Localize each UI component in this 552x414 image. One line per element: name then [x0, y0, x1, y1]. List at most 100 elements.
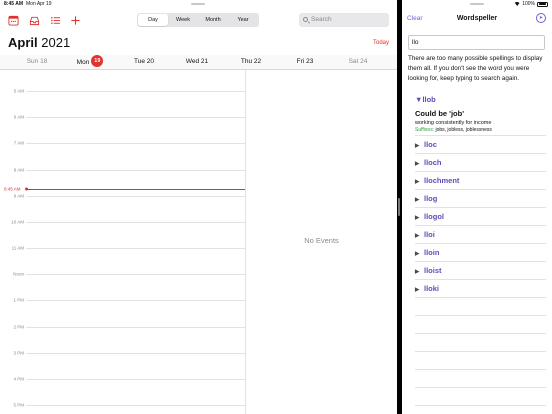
status-bar: 8:45 AM Mon Apr 19 100%: [0, 0, 552, 9]
result-word: lloki: [424, 284, 440, 293]
speller-header: Wordspeller Clear ➤: [402, 12, 552, 28]
battery-percent: 100%: [522, 1, 535, 7]
day-number: 18: [40, 58, 48, 65]
calendar-toolbar: Day Week Month Year Search: [0, 12, 397, 30]
view-week[interactable]: Week: [168, 14, 198, 26]
hour-line: [26, 170, 245, 171]
battery-icon: [537, 1, 548, 7]
split-view-handle[interactable]: [398, 198, 400, 216]
calendars-icon[interactable]: [8, 15, 19, 26]
day-number: 24: [360, 58, 368, 65]
hour-line: [26, 274, 245, 275]
week-day-strip: Sun 18 Mon 19 Tue 20 Wed 21 Thu 22 Fri 23…: [0, 55, 397, 70]
empty-row: [415, 388, 546, 406]
result-word: lloin: [424, 248, 440, 257]
result-word: llochment: [424, 176, 460, 185]
status-time: 8:45 AM: [4, 1, 23, 7]
current-time-line: [27, 189, 245, 190]
result-item[interactable]: ▶ llogol: [415, 208, 546, 226]
too-many-message: There are too many possible spellings to…: [408, 55, 543, 82]
day-number: 20: [146, 58, 154, 65]
today-button[interactable]: Today: [373, 40, 389, 46]
day-name: Thu: [240, 58, 253, 65]
result-item[interactable]: ▶ lloin: [415, 244, 546, 262]
hour-label: 8 AM: [13, 167, 24, 173]
result-word: lloi: [424, 230, 435, 239]
result-word: lloist: [424, 266, 442, 275]
status-date: Mon Apr 19: [26, 1, 52, 7]
clear-button[interactable]: Clear: [407, 15, 423, 22]
search-icon: [303, 17, 308, 22]
inbox-icon[interactable]: [29, 15, 40, 26]
empty-row: [415, 298, 546, 316]
hour-label: 5 PM: [13, 402, 24, 408]
hour-line: [26, 327, 245, 328]
month-name: April: [8, 35, 38, 50]
view-month[interactable]: Month: [198, 14, 228, 26]
hour-label: 3 PM: [13, 350, 24, 356]
result-item[interactable]: ▶ llochment: [415, 172, 546, 190]
result-word: llob: [422, 95, 436, 104]
empty-row: [415, 352, 546, 370]
day-wed[interactable]: Wed 21: [169, 58, 225, 65]
wifi-icon: [514, 2, 521, 6]
current-time-label: 8:45 AM: [4, 186, 21, 192]
day-sat[interactable]: Sat 24: [330, 58, 386, 65]
suffixes-label: Suffixes:: [415, 127, 435, 133]
hour-line: [26, 91, 245, 92]
arrow-right-circle-icon[interactable]: ➤: [536, 13, 546, 23]
view-day[interactable]: Day: [138, 14, 168, 26]
day-time-grid[interactable]: 5 AM 6 AM 7 AM 8 AM 9 AM 10 AM 11 AM Noo…: [0, 70, 245, 414]
disclosure-right-icon: ▶: [415, 143, 420, 149]
wordspeller-pane: Wordspeller Clear ➤ llo There are too ma…: [402, 0, 552, 414]
day-name: Sat: [348, 58, 359, 65]
day-fri[interactable]: Fri 23: [277, 58, 333, 65]
hour-line: [26, 300, 245, 301]
disclosure-right-icon: ▶: [415, 287, 420, 293]
status-indicators: 100%: [514, 1, 548, 7]
disclosure-right-icon: ▶: [415, 215, 420, 221]
result-item[interactable]: ▶ lloch: [415, 154, 546, 172]
result-word: lloc: [424, 140, 437, 149]
result-word: llog: [424, 194, 438, 203]
view-year[interactable]: Year: [228, 14, 258, 26]
list-icon[interactable]: [50, 15, 61, 26]
hour-label: 10 AM: [11, 219, 24, 225]
app-title: Wordspeller: [456, 15, 498, 22]
year: 2021: [41, 35, 71, 50]
hour-line: [26, 248, 245, 249]
hour-label: 2 PM: [13, 324, 24, 330]
word-input[interactable]: llo: [408, 35, 545, 50]
disclosure-right-icon: ▶: [415, 269, 420, 275]
could-be-label: Could be 'job': [415, 109, 464, 118]
spelling-results-list: ▼llob Could be 'job' working consistentl…: [415, 92, 546, 406]
result-item[interactable]: ▶ lloki: [415, 280, 546, 298]
day-thu[interactable]: Thu 22: [223, 58, 279, 65]
search-field[interactable]: Search: [299, 13, 389, 27]
hour-line: [26, 379, 245, 380]
hour-label: 6 AM: [13, 114, 24, 120]
add-event-icon[interactable]: [70, 15, 81, 26]
hour-line: [26, 353, 245, 354]
hour-line: [26, 196, 245, 197]
day-name: Sun: [26, 58, 39, 65]
day-mon[interactable]: Mon 19: [62, 55, 118, 67]
day-name: Mon: [76, 59, 90, 67]
disclosure-right-icon: ▶: [415, 251, 420, 257]
result-expanded[interactable]: ▼llob Could be 'job' working consistentl…: [415, 92, 546, 136]
empty-row: [415, 370, 546, 388]
hour-line: [26, 143, 245, 144]
result-item[interactable]: ▶ llog: [415, 190, 546, 208]
day-tue[interactable]: Tue 20: [116, 58, 172, 65]
result-item[interactable]: ▶ lloc: [415, 136, 546, 154]
result-item[interactable]: ▶ lloi: [415, 226, 546, 244]
hour-label: 7 AM: [13, 140, 24, 146]
result-word: llogol: [424, 212, 444, 221]
result-item[interactable]: ▶ lloist: [415, 262, 546, 280]
hour-line: [26, 117, 245, 118]
disclosure-right-icon: ▶: [415, 233, 420, 239]
today-badge: 19: [91, 55, 104, 67]
hour-label: 5 AM: [13, 88, 24, 94]
current-time-dot: [25, 187, 28, 191]
day-sun[interactable]: Sun 18: [9, 58, 65, 65]
